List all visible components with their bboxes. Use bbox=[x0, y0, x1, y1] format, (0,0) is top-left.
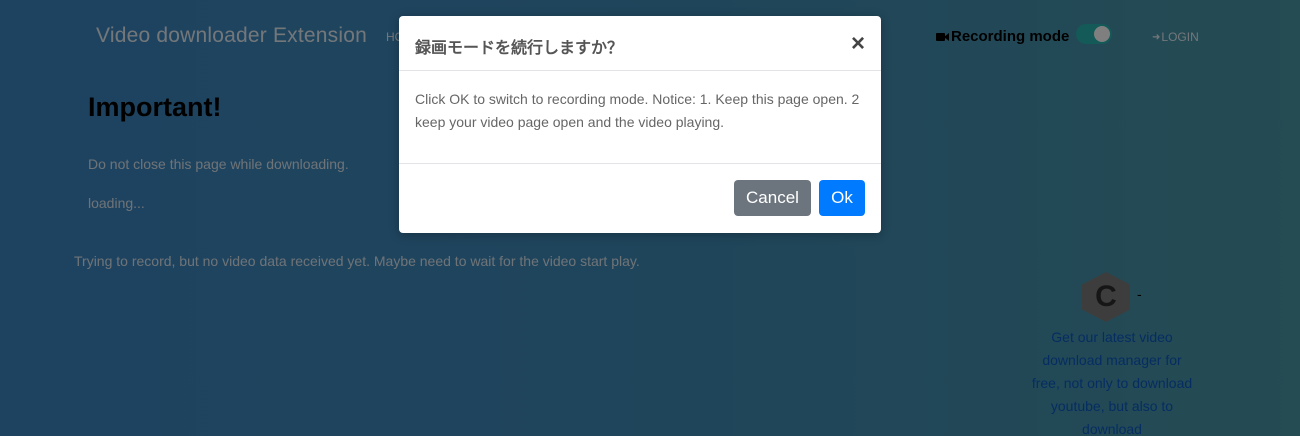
modal-message: Click OK to switch to recording mode. No… bbox=[415, 91, 860, 130]
modal-footer: Cancel Ok bbox=[399, 164, 881, 233]
ok-button[interactable]: Ok bbox=[819, 180, 865, 216]
close-icon[interactable]: × bbox=[851, 32, 865, 56]
cancel-button[interactable]: Cancel bbox=[734, 180, 811, 216]
confirm-recording-dialog: 録画モードを続行しますか？ × Click OK to switch to re… bbox=[399, 16, 881, 233]
modal-title: 録画モードを続行しますか？ bbox=[415, 40, 624, 57]
modal-header: 録画モードを続行しますか？ × bbox=[399, 16, 881, 71]
modal-body: Click OK to switch to recording mode. No… bbox=[399, 71, 881, 164]
